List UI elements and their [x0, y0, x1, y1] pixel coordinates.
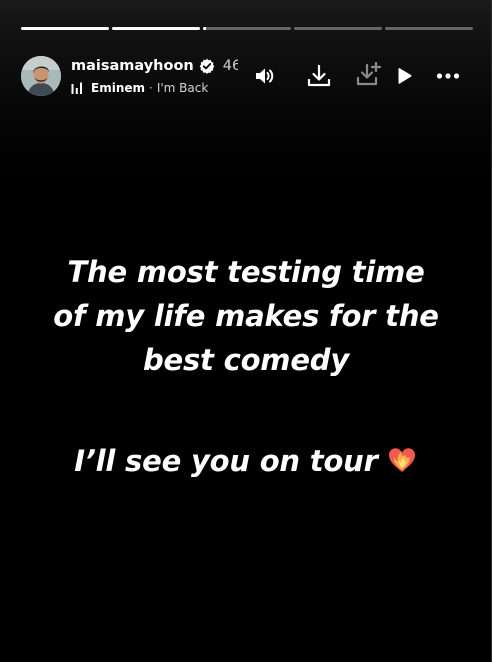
- more-options-button[interactable]: [434, 62, 462, 90]
- volume-icon: [253, 65, 275, 87]
- story-progress-bar: [21, 27, 473, 30]
- avatar[interactable]: [21, 56, 61, 96]
- time-ago: 46: [222, 58, 238, 74]
- play-icon: [394, 66, 414, 86]
- progress-segment: [21, 27, 109, 30]
- story-closing-text: I’ll see you on tour: [74, 444, 378, 478]
- story-line: best comedy: [142, 343, 350, 377]
- heart-on-fire-icon: [386, 443, 418, 475]
- music-artist: Eminem: [91, 81, 145, 95]
- music-song: I'm Back: [156, 81, 209, 95]
- story-line: The most testing time: [67, 255, 425, 289]
- story-closing-line: I’ll see you on tour: [0, 439, 492, 483]
- save-to-story-button[interactable]: [355, 61, 383, 89]
- progress-segment: [385, 27, 473, 30]
- download-icon: [306, 63, 332, 89]
- more-icon: [435, 63, 461, 89]
- story-text: The most testing time of my life makes f…: [0, 250, 492, 483]
- story-header: maisamayhoon 46 Eminem · I'm Back: [21, 56, 473, 96]
- story-line: of my life makes for the: [53, 299, 439, 333]
- story-meta: maisamayhoon 46 Eminem · I'm Back: [71, 56, 261, 96]
- play-button[interactable]: [390, 62, 418, 90]
- username-row: maisamayhoon 46: [71, 56, 238, 76]
- verified-badge-icon: [199, 58, 215, 74]
- progress-segment: [203, 27, 291, 30]
- download-button[interactable]: [305, 62, 333, 90]
- progress-segment: [112, 27, 200, 30]
- music-attribution[interactable]: Eminem · I'm Back: [71, 80, 208, 96]
- volume-button[interactable]: [250, 62, 278, 90]
- username[interactable]: maisamayhoon: [71, 58, 194, 74]
- music-separator: ·: [149, 81, 153, 95]
- audio-bars-icon: [71, 82, 83, 94]
- progress-segment: [294, 27, 382, 30]
- story-viewer: maisamayhoon 46 Eminem · I'm Back The mo…: [0, 0, 492, 662]
- save-to-story-icon: [355, 61, 383, 89]
